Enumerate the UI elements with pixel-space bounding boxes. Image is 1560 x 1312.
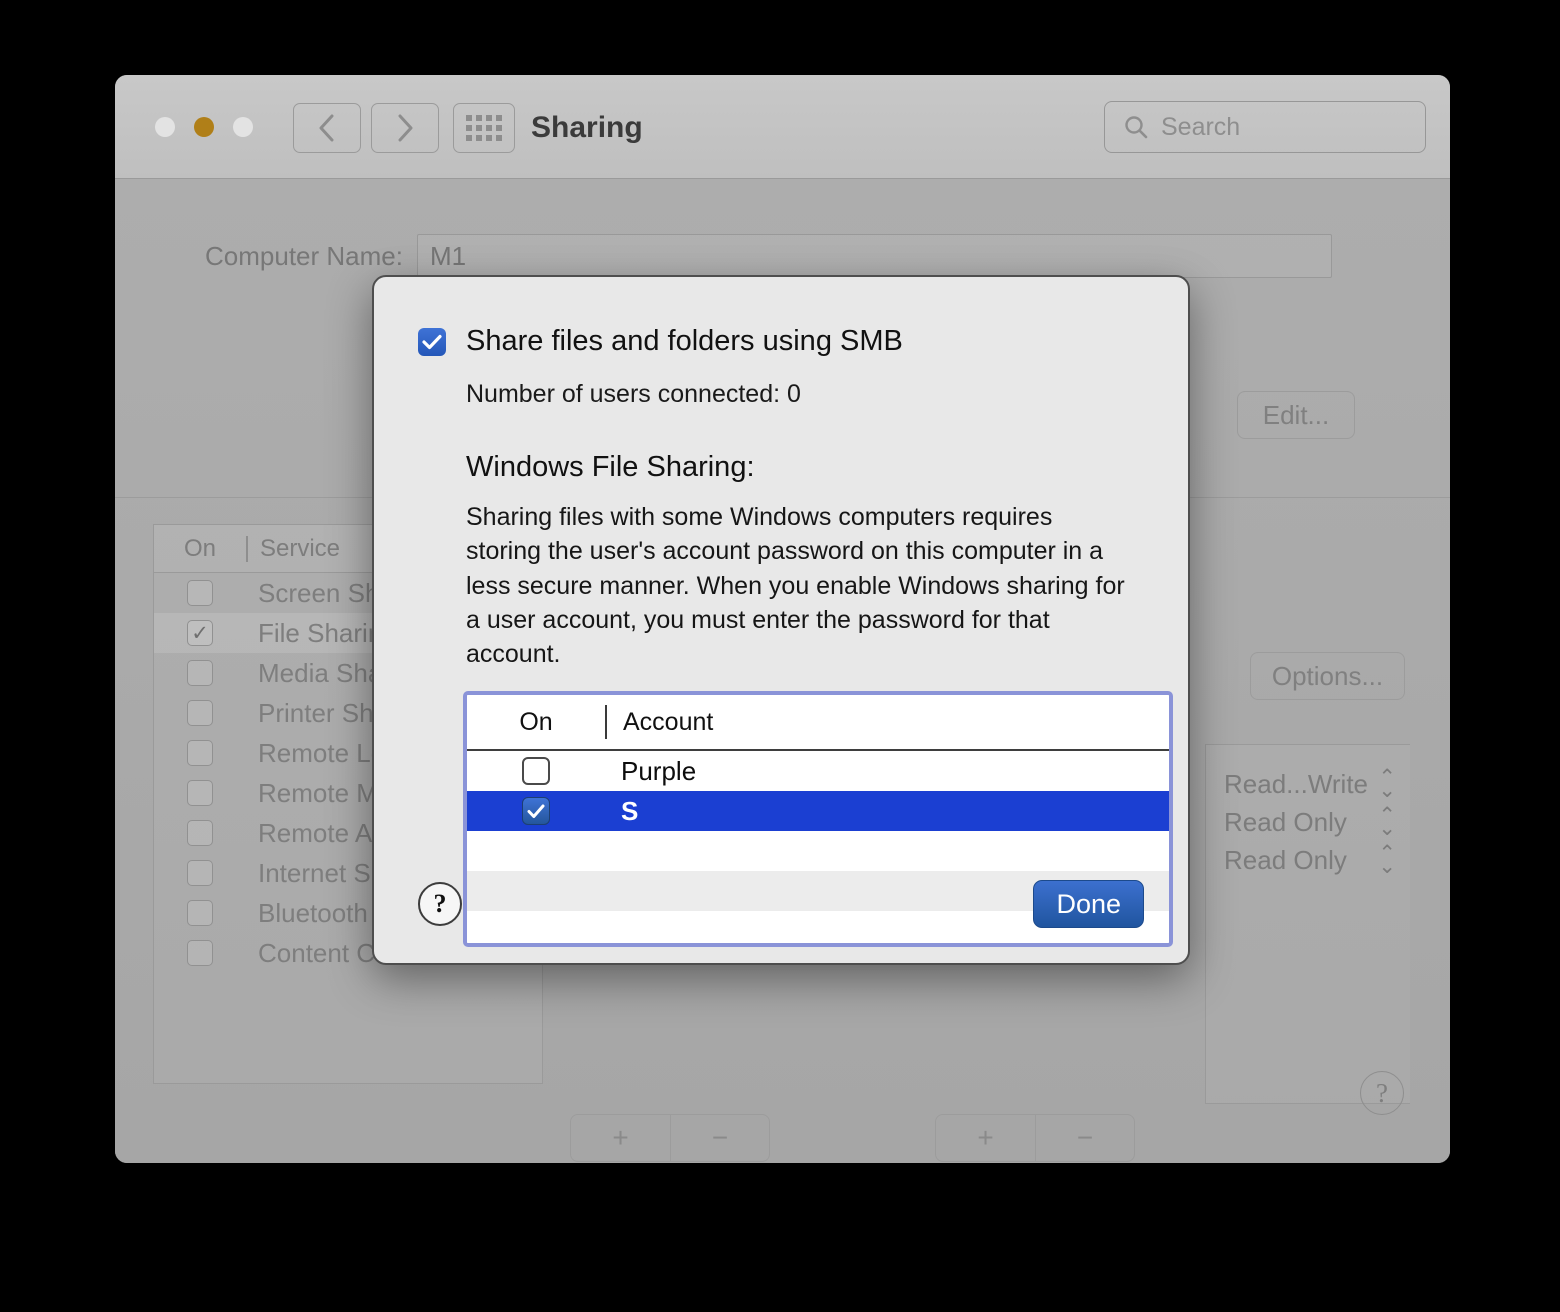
checkmark-icon: [422, 334, 442, 349]
smb-checkbox-label: Share files and folders using SMB: [466, 325, 903, 357]
service-column-service: Service: [260, 534, 341, 562]
shared-folders-add-remove: + −: [570, 1114, 770, 1162]
search-placeholder: Search: [1161, 112, 1241, 141]
options-button[interactable]: Options...: [1250, 652, 1405, 700]
account-empty-row[interactable]: [467, 831, 1169, 872]
account-table-header: On Account: [467, 695, 1169, 752]
service-checkbox[interactable]: [187, 900, 213, 926]
permission-popup[interactable]: Read...Write ⌃ ⌄: [1206, 765, 1410, 803]
account-checkbox-checked[interactable]: [522, 797, 550, 826]
show-all-button[interactable]: [453, 103, 515, 153]
chevron-updown-icon: ⌃ ⌄: [1378, 765, 1396, 802]
add-folder-button[interactable]: +: [570, 1114, 670, 1162]
service-name-label: File Sharin: [258, 617, 383, 648]
page-title: Sharing: [531, 111, 643, 144]
chevron-right-icon: [398, 114, 413, 142]
window-titlebar: Sharing Search: [115, 75, 1450, 179]
service-name-label: Internet S: [258, 857, 371, 888]
sheet-footer: ? Done: [418, 875, 1144, 933]
account-column-on: On: [519, 707, 553, 736]
service-checkbox[interactable]: [187, 700, 213, 726]
navigation-buttons: [293, 103, 439, 153]
minimize-button-icon[interactable]: [194, 117, 214, 137]
edit-button[interactable]: Edit...: [1237, 391, 1355, 439]
service-checkbox-cell: [154, 660, 246, 686]
remove-folder-button[interactable]: −: [670, 1114, 770, 1162]
service-checkbox-cell: [154, 700, 246, 726]
service-name-label: Bluetooth: [258, 897, 368, 928]
users-connected-text: Number of users connected: 0: [466, 380, 801, 408]
service-name-label: Screen Sh: [258, 577, 380, 608]
permission-popup[interactable]: Read Only ⌃ ⌄: [1206, 841, 1410, 879]
windows-file-sharing-description: Sharing files with some Windows computer…: [466, 503, 1125, 668]
chevron-updown-icon: ⌃ ⌄: [1378, 803, 1396, 840]
done-button[interactable]: Done: [1033, 880, 1144, 928]
chevron-updown-icon: ⌃ ⌄: [1378, 841, 1396, 878]
service-checkbox-checked[interactable]: ✓: [187, 620, 213, 646]
service-checkbox-cell: [154, 780, 246, 806]
service-name-label: Remote Lo: [258, 737, 386, 768]
service-column-on: On: [183, 534, 216, 562]
service-checkbox-cell: ✓: [154, 620, 246, 646]
service-checkbox[interactable]: [187, 580, 213, 606]
permission-popup[interactable]: Read Only ⌃ ⌄: [1206, 803, 1410, 841]
windows-file-sharing-heading: Windows File Sharing:: [466, 451, 755, 483]
service-checkbox-cell: [154, 580, 246, 606]
service-name-label: Media Sha: [258, 657, 383, 688]
grid-icon: [466, 115, 502, 141]
account-row[interactable]: Purple: [467, 751, 1169, 792]
account-name-label: S: [621, 795, 639, 826]
smb-checkbox-row[interactable]: Share files and folders using SMB: [418, 325, 1144, 358]
permissions-panel: Read...Write ⌃ ⌄ Read Only ⌃ ⌄ Read Only ⌃ ⌄: [1205, 744, 1410, 1104]
service-checkbox-cell: [154, 820, 246, 846]
service-checkbox-cell: [154, 860, 246, 886]
service-checkbox[interactable]: [187, 940, 213, 966]
service-name-label: Printer Sh: [258, 697, 374, 728]
remove-user-button[interactable]: −: [1035, 1114, 1135, 1162]
forward-button[interactable]: [371, 103, 439, 153]
computer-name-label: Computer Name:: [205, 240, 403, 271]
permission-value: Read...Write: [1224, 768, 1369, 799]
service-name-label: Remote Ap: [258, 817, 387, 848]
close-button-icon[interactable]: [155, 117, 175, 137]
account-checkbox[interactable]: [522, 757, 550, 786]
service-checkbox[interactable]: [187, 860, 213, 886]
sheet-help-button[interactable]: ?: [418, 882, 462, 926]
permission-value: Read Only: [1224, 844, 1347, 875]
users-add-remove: + −: [935, 1114, 1135, 1162]
add-user-button[interactable]: +: [935, 1114, 1035, 1162]
account-name-label: Purple: [621, 755, 697, 786]
back-button[interactable]: [293, 103, 361, 153]
computer-name-row: Computer Name: M1: [205, 234, 1332, 278]
smb-checkbox[interactable]: [418, 327, 446, 356]
account-checkbox-cell: [467, 757, 605, 786]
permission-value: Read Only: [1224, 806, 1347, 837]
search-input[interactable]: Search: [1104, 101, 1426, 153]
account-checkbox-cell: [467, 797, 605, 826]
service-checkbox[interactable]: [187, 780, 213, 806]
account-column-account: Account: [623, 707, 714, 736]
service-checkbox[interactable]: [187, 820, 213, 846]
service-checkbox[interactable]: [187, 740, 213, 766]
window-help-button[interactable]: ?: [1360, 1071, 1404, 1115]
service-name-label: Content C: [258, 937, 376, 968]
service-checkbox-cell: [154, 940, 246, 966]
service-checkbox-cell: [154, 900, 246, 926]
service-checkbox-cell: [154, 740, 246, 766]
computer-name-field[interactable]: M1: [416, 234, 1332, 278]
search-icon: [1125, 116, 1148, 139]
permission-rows-container: Read...Write ⌃ ⌄ Read Only ⌃ ⌄ Read Only ⌃ ⌄: [1206, 765, 1410, 879]
service-checkbox[interactable]: [187, 660, 213, 686]
window-controls: [155, 117, 253, 137]
account-row[interactable]: S: [467, 791, 1169, 832]
service-name-label: Remote M: [258, 777, 378, 808]
zoom-button-icon[interactable]: [233, 117, 253, 137]
chevron-left-icon: [319, 114, 334, 142]
checkmark-icon: [527, 804, 545, 818]
smb-sharing-sheet: Share files and folders using SMB Number…: [372, 275, 1190, 965]
